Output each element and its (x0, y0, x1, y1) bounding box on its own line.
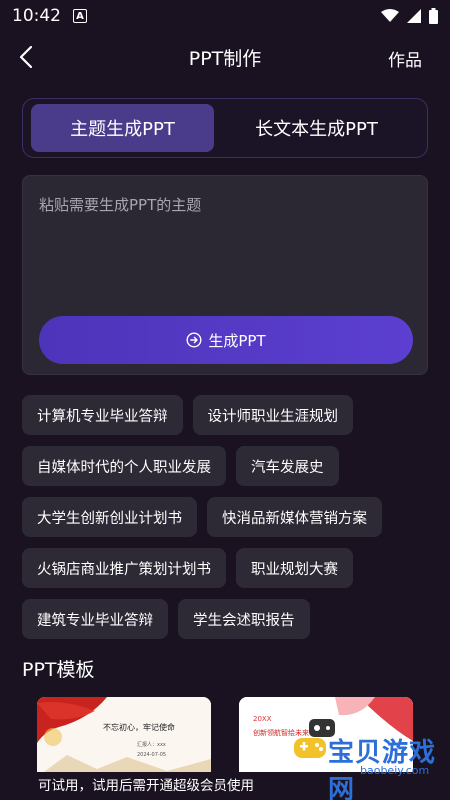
templates-section-title: PPT模板 (22, 659, 95, 681)
topic-chip[interactable]: 大学生创新创业计划书 (22, 497, 197, 537)
status-bar: 10:42 A (0, 0, 450, 32)
template-1-line2: 2024-07-05 (137, 752, 166, 758)
template-1-line1: 汇报人：xxx (137, 741, 166, 748)
chip-row: 自媒体时代的个人职业发展 汽车发展史 (22, 446, 432, 486)
template-thumbnail: 不忘初心，牢记使命 汇报人：xxx 2024-07-05 (37, 697, 211, 777)
signal-icon (407, 9, 421, 23)
battery-icon (429, 8, 438, 24)
topic-chip[interactable]: 设计师职业生涯规划 (192, 395, 353, 435)
topic-input-box[interactable]: 粘贴需要生成PPT的主题 生成PPT (22, 175, 428, 375)
topic-suggestions: 计算机专业毕业答辩 设计师职业生涯规划 自媒体时代的个人职业发展 汽车发展史 大… (22, 395, 432, 650)
watermark-domain: baobeiy.com (360, 764, 430, 777)
tab-long-text-ppt[interactable]: 长文本生成PPT (214, 104, 419, 152)
site-watermark: 宝贝游戏网 baobeiy.com (290, 728, 440, 800)
topic-chip[interactable]: 建筑专业毕业答辩 (22, 599, 168, 639)
gamepad-icon (294, 738, 326, 758)
generate-ppt-button[interactable]: 生成PPT (39, 316, 413, 364)
topic-chip[interactable]: 自媒体时代的个人职业发展 (22, 446, 226, 486)
topic-chip[interactable]: 快消品新媒体营销方案 (207, 497, 382, 537)
generate-ppt-label: 生成PPT (208, 331, 266, 350)
chip-row: 火锅店商业推广策划计划书 职业规划大赛 (22, 548, 432, 588)
chip-row: 建筑专业毕业答辩 学生会述职报告 (22, 599, 432, 639)
template-1-headline: 不忘初心，牢记使命 (103, 722, 175, 732)
chip-row: 大学生创新创业计划书 快消品新媒体营销方案 (22, 497, 432, 537)
topic-chip[interactable]: 火锅店商业推广策划计划书 (22, 548, 226, 588)
topic-chip[interactable]: 汽车发展史 (236, 446, 339, 486)
status-icons (381, 8, 438, 24)
template-card[interactable]: 不忘初心，牢记使命 汇报人：xxx 2024-07-05 (37, 697, 211, 777)
template-2-year: 20XX (253, 715, 272, 723)
mode-tabs: 主题生成PPT 长文本生成PPT (22, 98, 428, 158)
status-time: 10:42 (12, 6, 61, 26)
chip-row: 计算机专业毕业答辩 设计师职业生涯规划 (22, 395, 432, 435)
back-arrow-icon[interactable] (14, 44, 40, 70)
topic-chip[interactable]: 学生会述职报告 (178, 599, 310, 639)
tab-topic-ppt[interactable]: 主题生成PPT (31, 104, 214, 152)
topic-chip[interactable]: 计算机专业毕业答辩 (22, 395, 183, 435)
wifi-icon (381, 9, 399, 22)
topic-input-placeholder[interactable]: 粘贴需要生成PPT的主题 (39, 194, 201, 215)
topic-chip[interactable]: 职业规划大赛 (236, 548, 353, 588)
nav-bar: PPT制作 作品 (0, 32, 450, 82)
notification-icon: A (73, 9, 87, 23)
arrow-circle-icon (186, 332, 202, 348)
works-button[interactable]: 作品 (388, 46, 422, 71)
page-title: PPT制作 (188, 47, 262, 70)
